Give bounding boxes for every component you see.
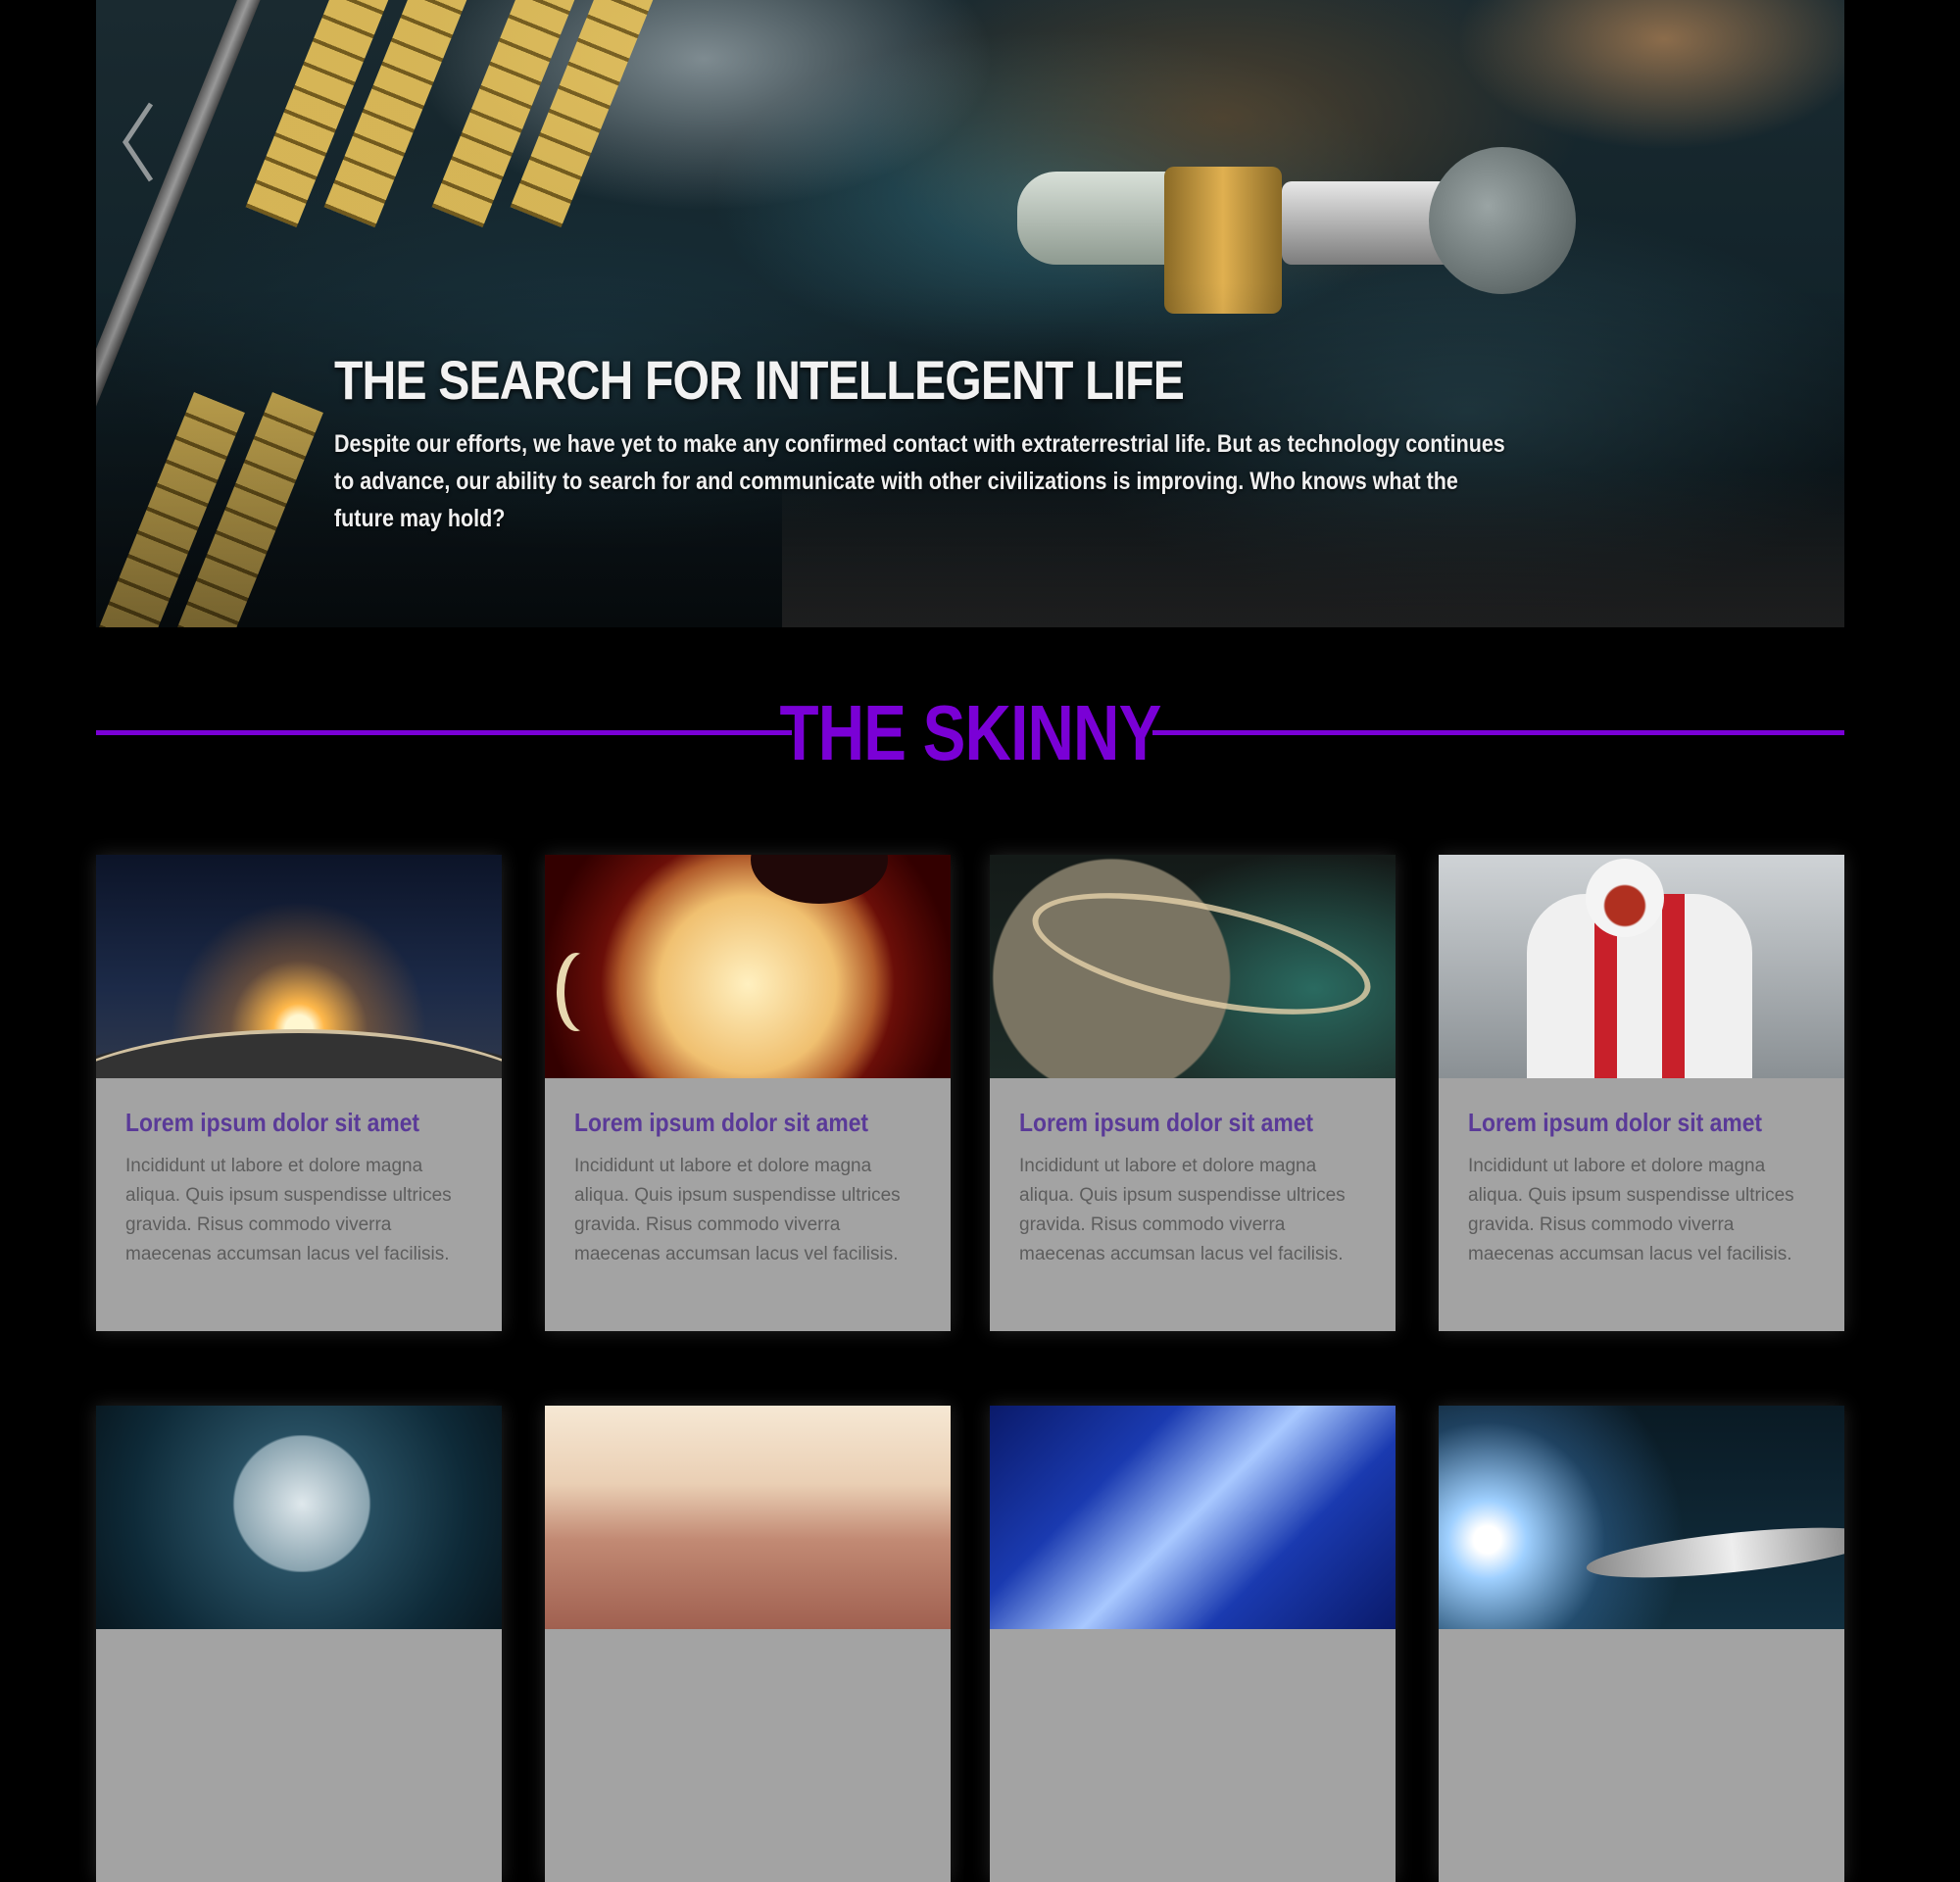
card-title[interactable]: Lorem ipsum dolor sit amet [574,1108,880,1138]
card-image [1439,855,1844,1078]
article-card[interactable] [545,1406,951,1882]
hero-text: Despite our efforts, we have yet to make… [334,430,1505,532]
article-card[interactable] [990,1406,1396,1882]
article-card[interactable]: Lorem ipsum dolor sit amet Incididunt ut… [990,855,1396,1331]
card-image [990,1406,1396,1629]
card-image [96,1406,502,1629]
article-card[interactable] [96,1406,502,1882]
card-image [96,855,502,1078]
article-card[interactable] [1439,1406,1844,1882]
card-text: Incididunt ut labore et dolore magna ali… [1468,1156,1794,1264]
card-text: Incididunt ut labore et dolore magna ali… [125,1156,452,1264]
article-card[interactable]: Lorem ipsum dolor sit amet Incididunt ut… [96,855,502,1331]
section-title: THE SKINNY [779,689,1161,776]
card-title[interactable]: Lorem ipsum dolor sit amet [1019,1108,1325,1138]
card-text: Incididunt ut labore et dolore magna ali… [1019,1156,1346,1264]
card-image [1439,1406,1844,1629]
section-header: THE SKINNY [96,686,1844,776]
article-card[interactable]: Lorem ipsum dolor sit amet Incididunt ut… [1439,855,1844,1331]
hero-slider: THE SEARCH FOR INTELLEGENT LIFE Despite … [96,0,1844,627]
card-image [545,1406,951,1629]
hero-caption: THE SEARCH FOR INTELLEGENT LIFE Despite … [334,348,1647,537]
hero-title: THE SEARCH FOR INTELLEGENT LIFE [334,349,1185,411]
article-card[interactable]: Lorem ipsum dolor sit amet Incididunt ut… [545,855,951,1331]
card-image [990,855,1396,1078]
card-text: Incididunt ut labore et dolore magna ali… [574,1156,901,1264]
card-title[interactable]: Lorem ipsum dolor sit amet [1468,1108,1774,1138]
card-title[interactable]: Lorem ipsum dolor sit amet [125,1108,431,1138]
card-image [545,855,951,1078]
chevron-left-icon[interactable] [118,98,157,186]
